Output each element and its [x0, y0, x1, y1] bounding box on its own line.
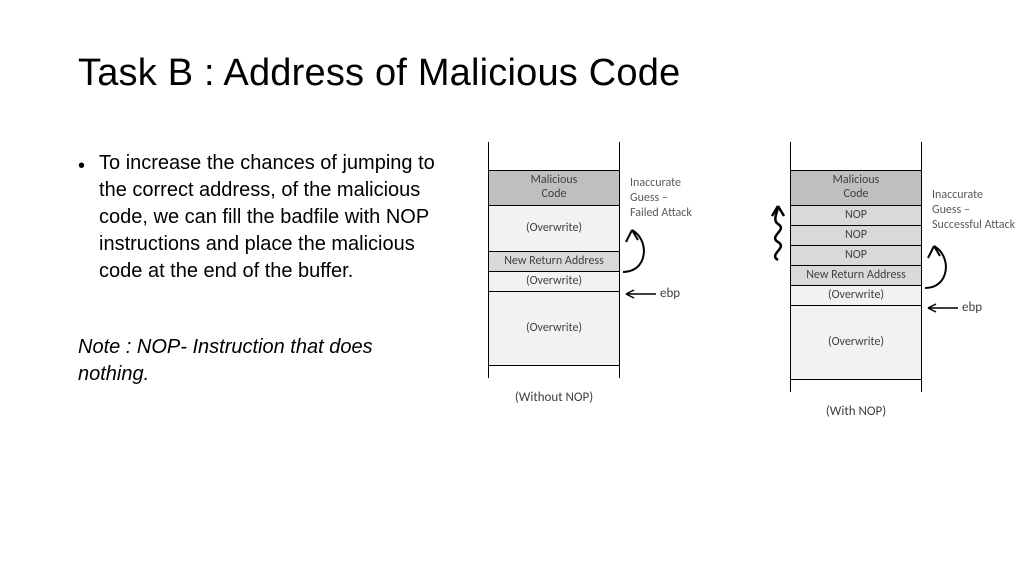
stack-right: Malicious Code NOP NOP NOP New Return Ad…: [790, 170, 922, 380]
curved-arrow-icon: [620, 220, 670, 280]
arrow-left-icon: [924, 302, 960, 316]
arrow-left-icon: [622, 288, 658, 302]
diagram-caption: (Without NOP): [488, 390, 620, 405]
note-text: Note : NOP- Instruction that does nothin…: [78, 334, 438, 388]
diagram-with-nop: Malicious Code NOP NOP NOP New Return Ad…: [790, 170, 922, 419]
label-ebp: ebp: [660, 286, 680, 301]
stack-rails: [790, 142, 922, 392]
curved-arrow-icon: [922, 238, 972, 294]
label-ebp: ebp: [962, 300, 982, 315]
stack-left: Malicious Code (Overwrite) New Return Ad…: [488, 170, 620, 366]
bullet-text: To increase the chances of jumping to th…: [99, 150, 458, 285]
diagram-without-nop: Malicious Code (Overwrite) New Return Ad…: [488, 170, 620, 405]
bullet-dot-icon: •: [78, 152, 85, 285]
side-note-success: Inaccurate Guess – Successful Attack: [932, 188, 1024, 233]
bullet-item: • To increase the chances of jumping to …: [78, 150, 458, 285]
side-note-failed: Inaccurate Guess – Failed Attack: [630, 176, 720, 221]
slide-title: Task B : Address of Malicious Code: [78, 52, 680, 95]
diagram-caption: (With NOP): [790, 404, 922, 419]
slide: Task B : Address of Malicious Code • To …: [0, 0, 1024, 576]
squiggle-arrow-icon: [764, 198, 792, 268]
stack-rails: [488, 142, 620, 378]
